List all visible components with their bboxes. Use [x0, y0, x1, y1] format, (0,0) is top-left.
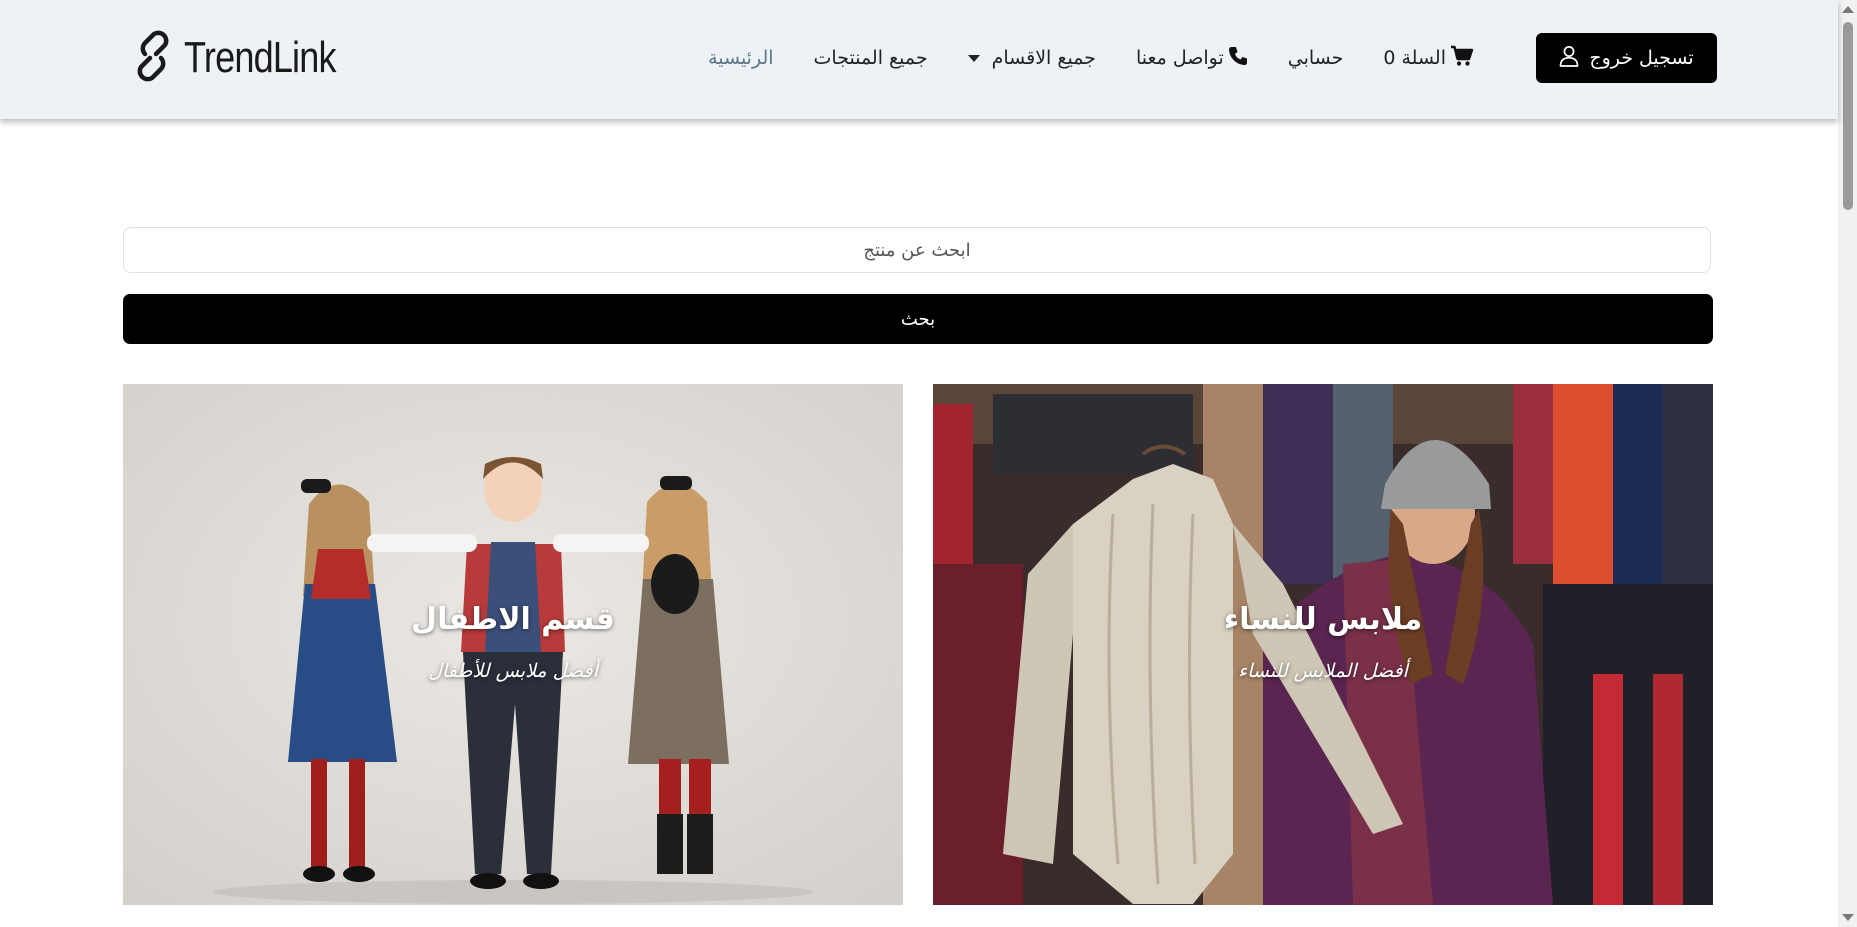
- nav-all-categories-dropdown[interactable]: جميع الاقسام: [967, 47, 1096, 69]
- category-card-kids[interactable]: قسم الاطفال أفضل ملابس للأطفال: [123, 384, 903, 905]
- brand-name: TrendLink: [184, 33, 337, 82]
- search-input[interactable]: [123, 227, 1711, 273]
- logout-button[interactable]: تسجيل خروج: [1536, 33, 1717, 83]
- nav-cart-label: السلة 0: [1383, 47, 1446, 69]
- search-button[interactable]: بحث: [123, 294, 1713, 344]
- nav-contact-label: تواصل معنا: [1135, 47, 1224, 69]
- navbar: TrendLink الرئيسية جميع المنتجات جميع ال…: [0, 0, 1838, 119]
- nav-all-products[interactable]: جميع المنتجات: [814, 47, 928, 69]
- nav-all-products-label: جميع المنتجات: [813, 47, 928, 69]
- user-icon: [1559, 45, 1579, 72]
- nav-cart[interactable]: السلة 0: [1383, 45, 1474, 72]
- cart-icon: [1450, 45, 1474, 72]
- women-photo: [933, 384, 1713, 905]
- nav-account-label: حسابي: [1287, 47, 1344, 69]
- category-subtitle: أفضل ملابس للأطفال: [428, 660, 598, 682]
- nav-all-categories-label: جميع الاقسام: [991, 47, 1096, 69]
- link-logo-icon: [128, 28, 178, 88]
- phone-icon: [1228, 46, 1248, 71]
- kids-photo: [123, 384, 903, 905]
- nav-links: الرئيسية جميع المنتجات جميع الاقسام تواص…: [708, 36, 1474, 80]
- scroll-thumb[interactable]: [1843, 22, 1853, 210]
- nav-home[interactable]: الرئيسية: [708, 47, 773, 69]
- category-card-women[interactable]: ملابس للنساء أفضل الملابس للنساء: [933, 384, 1713, 905]
- category-title: ملابس للنساء: [1223, 602, 1423, 637]
- category-title: قسم الاطفال: [411, 602, 615, 637]
- chevron-down-icon: [967, 54, 980, 62]
- scroll-up-arrow-icon[interactable]: [1842, 6, 1854, 13]
- category-subtitle: أفضل الملابس للنساء: [1238, 660, 1408, 682]
- vertical-scrollbar[interactable]: [1838, 0, 1857, 927]
- scroll-down-arrow-icon[interactable]: [1842, 914, 1854, 921]
- logout-label: تسجيل خروج: [1589, 47, 1694, 69]
- nav-account[interactable]: حسابي: [1288, 47, 1344, 69]
- brand-logo[interactable]: TrendLink: [128, 28, 369, 88]
- nav-home-label: الرئيسية: [708, 47, 774, 69]
- nav-contact[interactable]: تواصل معنا: [1136, 46, 1248, 71]
